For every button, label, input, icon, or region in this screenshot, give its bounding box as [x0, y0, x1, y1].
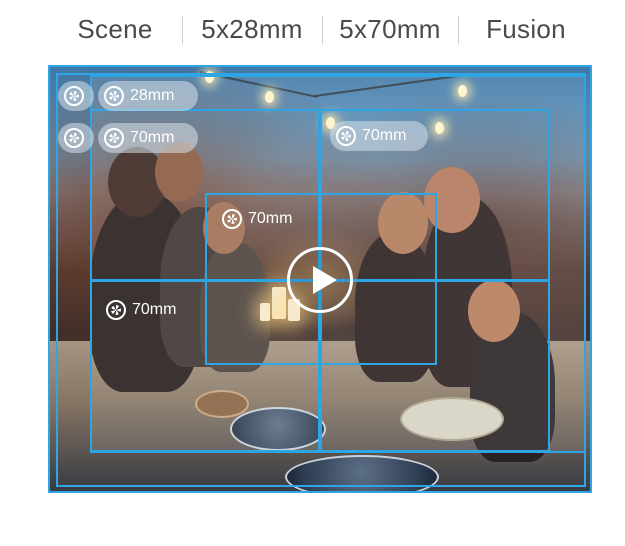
tab-5x28mm[interactable]: 5x28mm — [184, 10, 320, 48]
view-mode-tabs: Scene 5x28mm 5x70mm Fusion — [50, 10, 592, 48]
tab-fusion[interactable]: Fusion — [460, 10, 592, 48]
lens-badge-main — [58, 81, 94, 111]
aperture-icon — [222, 209, 242, 229]
lens-focal-label: 28mm — [130, 87, 175, 104]
aperture-icon — [104, 86, 124, 106]
tab-divider — [182, 16, 183, 44]
lens-focal-label: 70mm — [248, 210, 293, 227]
lens-badge-70mm-center: 70mm — [216, 204, 314, 234]
lens-focal-label: 70mm — [362, 127, 407, 144]
string-lights — [199, 71, 318, 98]
person-head — [378, 192, 428, 254]
light-bulb — [265, 91, 274, 103]
lens-badge-secondary — [58, 123, 94, 153]
aperture-icon — [336, 126, 356, 146]
lens-badge-28mm: 28mm — [98, 81, 198, 111]
aperture-icon — [104, 128, 124, 148]
light-bulb — [435, 122, 444, 134]
aperture-icon — [106, 300, 126, 320]
person-head — [424, 167, 480, 233]
lens-badge-70mm-bottom: 70mm — [100, 295, 198, 325]
person-head — [468, 280, 520, 342]
tab-5x70mm[interactable]: 5x70mm — [324, 10, 456, 48]
candle — [272, 287, 286, 319]
plate — [285, 455, 439, 491]
lens-badge-70mm-left: 70mm — [98, 123, 198, 153]
candle — [260, 303, 270, 321]
lens-focal-label: 70mm — [130, 129, 175, 146]
aperture-icon — [64, 86, 84, 106]
tab-divider — [458, 16, 459, 44]
light-bulb — [205, 71, 214, 83]
tab-scene[interactable]: Scene — [50, 10, 180, 48]
string-lights — [314, 74, 464, 97]
aperture-icon — [64, 128, 84, 148]
photo-viewer[interactable]: 28mm 70mm 70mm 70mm 70mm — [48, 65, 592, 493]
play-icon[interactable] — [287, 247, 353, 313]
bowl — [195, 390, 249, 418]
lens-badge-70mm-right: 70mm — [330, 121, 428, 151]
light-bulb — [458, 85, 467, 97]
plate — [230, 407, 326, 451]
cheese-board — [400, 397, 504, 441]
tab-divider — [322, 16, 323, 44]
lens-focal-label: 70mm — [132, 301, 177, 318]
